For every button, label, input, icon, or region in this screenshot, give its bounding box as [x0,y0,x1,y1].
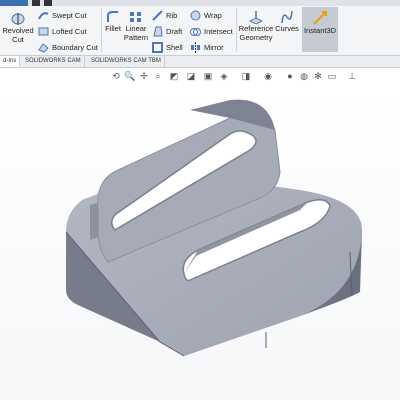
reference-geometry-label-2: Geometry [239,33,273,42]
intersect-label: Intersect [204,27,233,36]
tab-solidworks-cam[interactable]: SOLIDWORKS CAM [22,56,85,67]
swept-cut-icon [38,12,49,20]
section-view-icon[interactable]: ⌕ [152,70,164,82]
wrap-button[interactable]: Wrap [190,10,222,21]
wrap-label: Wrap [204,11,222,20]
lofted-cut-button[interactable]: Lofted Cut [38,26,87,37]
reference-geometry-label-1: Reference [238,24,274,33]
shell-icon [152,42,163,53]
draft-icon [153,26,163,37]
draft-button[interactable]: Draft [152,26,182,37]
reference-geometry-icon [249,11,263,24]
lofted-cut-icon [38,27,49,36]
shell-label: Shell [166,43,183,52]
boundary-cut-label: Boundary Cut [52,43,98,52]
fillet-button[interactable]: Fillet [103,10,123,33]
curves-button[interactable]: Curves [274,10,300,33]
ribbon-separator [236,8,237,52]
swept-cut-button[interactable]: Swept Cut [38,10,87,21]
reference-geometry-button[interactable]: Reference Geometry [238,10,274,42]
lofted-cut-label: Lofted Cut [52,27,87,36]
revolved-cut-icon [11,13,25,25]
mirror-button[interactable]: Mirror [190,42,224,53]
tab-label: SOLIDWORKS CAM [25,58,81,64]
apply-scene-icon[interactable]: ◍ [298,70,310,82]
view-orientation-icon[interactable]: ◩ [168,70,180,82]
wrap-icon [190,10,201,21]
part-model [65,99,362,357]
tab-solidworks-cam-tbm[interactable]: SOLIDWORKS CAM TBM [88,56,165,67]
graphics-area[interactable] [0,86,400,400]
intersect-icon [190,28,201,36]
tab-label: SOLIDWORKS CAM TBM [91,58,161,64]
previous-view-icon[interactable]: ✢ [138,70,150,82]
revolved-cut-label-1: Revolved [2,26,34,35]
zoom-to-fit-icon[interactable]: ⟲ [110,70,122,82]
view-settings-icon[interactable]: ◨ [240,70,252,82]
intersect-button[interactable]: Intersect [190,26,233,37]
curves-label: Curves [275,24,299,33]
rib-label: Rib [166,11,178,20]
boundary-cut-icon [38,43,49,53]
curves-icon [281,10,293,24]
draft-label: Draft [166,27,183,36]
eye-icon[interactable]: ◉ [262,70,274,82]
tab-add-ins[interactable]: d-Ins [0,56,21,67]
instant3d-icon [313,11,327,25]
mirror-icon [191,42,200,53]
features-ribbon: Revolved Cut Swept Cut Lofted Cut Bounda… [0,6,400,56]
instant3d-button[interactable]: Instant3D [302,7,338,52]
shell-button[interactable]: Shell [152,42,183,53]
heads-up-view-toolbar: ⟲ 🔍 ✢ ⌕ ◩ ◪ ▣ ◈ ◨ ◉ ● ◍ ✻ ▭ ⊥ [0,68,400,86]
fillet-label: Fillet [105,24,121,33]
display-style-icon[interactable]: ◪ [185,70,197,82]
instant3d-label: Instant3D [303,26,337,35]
boundary-cut-button[interactable]: Boundary Cut [38,42,98,53]
fillet-icon [107,11,118,22]
zoom-to-area-icon[interactable]: 🔍 [124,70,136,82]
tab-label: d-Ins [3,58,17,64]
linear-pattern-button[interactable]: Linear Pattern [123,10,149,42]
mirror-label: Mirror [204,43,224,52]
appearance-color-icon[interactable]: ● [284,70,296,82]
ribbon-separator [101,8,102,52]
hide-show-items-icon[interactable]: ▣ [202,70,214,82]
display-pane-icon[interactable]: ⊥ [346,70,358,82]
rib-icon [152,10,163,21]
revolved-cut-button[interactable]: Revolved Cut [2,10,34,44]
scene-settings-icon[interactable]: ✻ [312,70,324,82]
swept-cut-label: Swept Cut [52,11,87,20]
edit-appearance-icon[interactable]: ◈ [218,70,230,82]
rib-button[interactable]: Rib [152,10,177,21]
linear-pattern-icon [130,12,141,22]
linear-pattern-label-1: Linear [125,24,147,33]
revolved-cut-label-2: Cut [12,35,24,44]
command-manager-tabs: d-Ins SOLIDWORKS CAM SOLIDWORKS CAM TBM [0,56,400,68]
linear-pattern-label-2: Pattern [123,33,149,42]
monitor-icon[interactable]: ▭ [326,70,338,82]
